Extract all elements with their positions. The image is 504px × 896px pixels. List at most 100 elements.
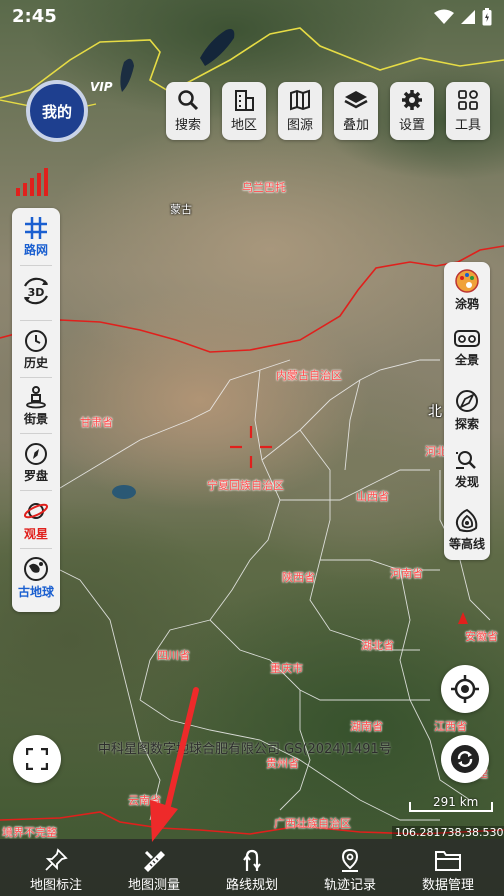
overlay-button[interactable]: 叠加	[334, 82, 378, 140]
stargazing-button[interactable]: 观星	[12, 498, 60, 542]
settings-button[interactable]: 设置	[390, 82, 434, 140]
3d-rotate-icon: 3D	[24, 277, 48, 305]
status-time: 2:45	[12, 6, 57, 27]
avatar[interactable]: 我的	[26, 80, 88, 142]
map-label: 河南省	[390, 567, 423, 580]
map-label: 乌兰巴托	[242, 181, 286, 194]
map-source-label: 图源	[286, 118, 313, 133]
road-grid-icon	[25, 217, 47, 239]
contour-button[interactable]: 等高线	[444, 508, 490, 552]
nav-label: 地图标注	[29, 878, 82, 893]
nav-map-measure[interactable]: 地图测量	[104, 839, 204, 896]
tools-label: 工具	[454, 118, 481, 133]
tools-button[interactable]: 工具	[446, 82, 490, 140]
clock-icon	[25, 330, 47, 352]
region-label: 地区	[230, 118, 257, 133]
map-label: 陕西省	[282, 571, 315, 584]
nav-track-record[interactable]: 轨迹记录	[300, 839, 400, 896]
layers-icon	[344, 91, 368, 109]
street-view-button[interactable]: 街景	[12, 385, 60, 427]
map-label: 蒙古	[170, 203, 192, 216]
map-scale-bar: 291 km	[409, 795, 493, 813]
contour-icon	[455, 508, 478, 533]
divider	[20, 490, 52, 491]
explore-label: 探索	[454, 417, 479, 431]
doodle-button[interactable]: 涂鸦	[444, 268, 490, 312]
my-location-button[interactable]	[441, 665, 489, 713]
map-label: 内蒙古自治区	[276, 369, 342, 382]
ancient-earth-button[interactable]: 古地球	[12, 556, 60, 600]
panorama-label: 全景	[454, 353, 479, 367]
coordinates-readout: 106.281738,38.53097	[392, 826, 504, 839]
map-label: 江西省	[434, 720, 467, 733]
search-button[interactable]: 搜索	[166, 82, 210, 140]
nav-label: 轨迹记录	[323, 878, 376, 893]
map-label: 山西省	[356, 490, 389, 503]
vip-badge[interactable]: VIP	[90, 80, 113, 94]
divider	[20, 433, 52, 434]
discover-label: 发现	[454, 475, 479, 489]
panorama-button[interactable]: 全景	[444, 328, 490, 368]
wifi-icon	[434, 9, 454, 24]
map-label: 湖北省	[361, 639, 394, 652]
contour-label: 等高线	[448, 537, 485, 551]
stargazing-label: 观星	[23, 527, 48, 541]
right-toolbar: 涂鸦 全景 探索 发现 等高线	[444, 262, 490, 560]
bottom-nav: 地图标注 地图测量 路线规划 轨迹记录 数据管理	[0, 839, 504, 896]
map-label: 重庆市	[270, 662, 303, 675]
planet-icon	[23, 503, 49, 519]
compass-icon	[25, 443, 47, 465]
system-icons	[434, 8, 492, 26]
map-label: 甘肃省	[80, 416, 113, 429]
nav-route-planning[interactable]: 路线规划	[202, 839, 302, 896]
map-label: 境界不完整	[2, 826, 57, 839]
gps-signal-icon	[16, 168, 48, 196]
divider	[20, 548, 52, 549]
discover-icon	[456, 451, 476, 469]
fullscreen-button[interactable]	[13, 735, 61, 783]
street-view-label: 街景	[23, 412, 48, 426]
road-network-button[interactable]: 路网	[12, 216, 60, 258]
plane-marker-icon	[458, 612, 468, 624]
scale-bar-line	[409, 802, 493, 812]
map-label: 四川省	[157, 649, 190, 662]
map-copyright: 中科星图数字地球合肥有限公司 GS(2024)1491号	[98, 742, 392, 757]
explore-button[interactable]: 探索	[444, 388, 490, 432]
divider	[20, 320, 52, 321]
search-icon	[178, 90, 199, 111]
discover-button[interactable]: 发现	[444, 448, 490, 490]
3d-button[interactable]: 3D	[12, 274, 60, 308]
map-label: 安徽省	[465, 630, 498, 643]
folder-icon	[435, 851, 461, 871]
compass-button[interactable]: 罗盘	[12, 442, 60, 484]
map-label: 广西壮族自治区	[274, 817, 351, 830]
avatar-label: 我的	[41, 102, 72, 121]
refresh-button[interactable]	[441, 735, 489, 783]
pin-icon	[45, 848, 68, 871]
divider	[20, 265, 52, 266]
center-crosshair-icon	[230, 426, 272, 468]
battery-icon	[482, 8, 492, 26]
ancient-earth-icon	[24, 557, 48, 581]
sync-icon	[451, 745, 479, 773]
national-border	[0, 245, 504, 353]
history-button[interactable]: 历史	[12, 329, 60, 371]
nav-map-annotation[interactable]: 地图标注	[6, 839, 106, 896]
settings-label: 设置	[398, 118, 425, 133]
svg-text:3D: 3D	[28, 286, 45, 299]
map-label: 北	[428, 404, 442, 420]
map-label: 宁夏回族自治区	[207, 479, 284, 492]
map-source-button[interactable]: 图源	[278, 82, 322, 140]
overlay-label: 叠加	[342, 118, 369, 133]
nav-label: 路线规划	[225, 878, 278, 893]
fullscreen-icon	[26, 748, 48, 770]
left-toolbar: 路网 3D 历史 街景 罗盘 观星 古地球	[12, 208, 60, 612]
map-icon	[290, 89, 310, 111]
nav-data-management[interactable]: 数据管理	[398, 839, 498, 896]
region-button[interactable]: 地区	[222, 82, 266, 140]
street-view-icon	[26, 386, 46, 409]
building-icon	[235, 90, 254, 111]
doodle-label: 涂鸦	[454, 297, 479, 311]
map-label: 贵州省	[266, 757, 299, 770]
status-bar: 2:45	[0, 0, 504, 36]
